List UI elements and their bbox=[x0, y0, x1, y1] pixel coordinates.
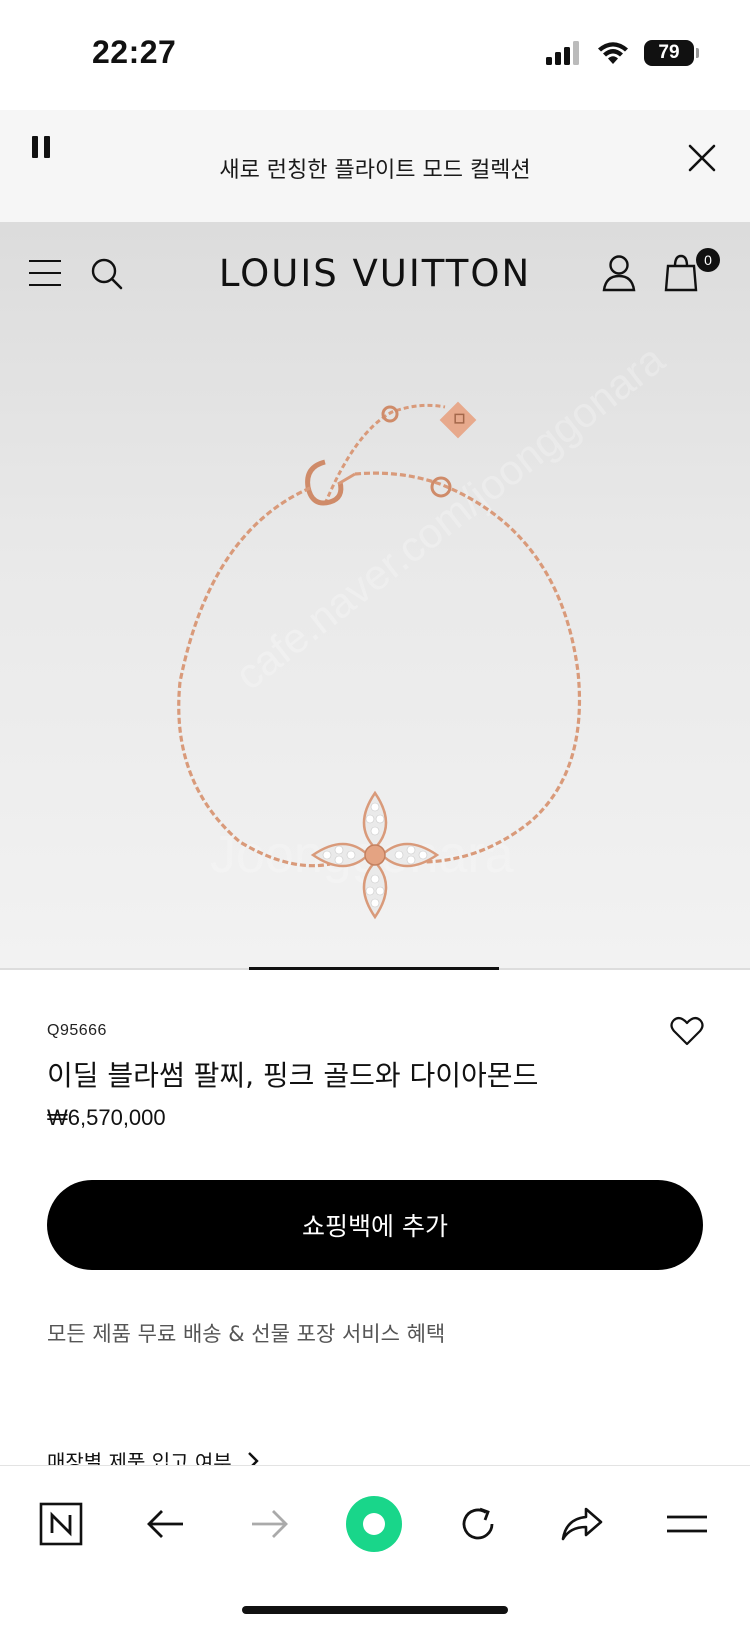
reload-icon bbox=[462, 1507, 494, 1540]
heart-icon[interactable] bbox=[670, 1015, 704, 1047]
brand-logo[interactable]: LOUIS VUITTON bbox=[0, 252, 750, 295]
cart-count-badge: 0 bbox=[696, 248, 720, 272]
product-name: 이딜 블라썸 팔찌, 핑크 골드와 다이아몬드 bbox=[47, 1059, 539, 1092]
product-image[interactable]: cafe.naver.com/joonggonara Joonggonara bbox=[0, 302, 750, 942]
status-icons: 79 bbox=[546, 40, 699, 66]
gallery-indicator-active bbox=[249, 967, 499, 970]
site-header: LOUIS VUITTON 0 bbox=[0, 222, 750, 332]
share-button[interactable] bbox=[552, 1494, 612, 1554]
browser-toolbar bbox=[0, 1465, 750, 1626]
back-button[interactable] bbox=[135, 1494, 195, 1554]
naver-n-icon bbox=[39, 1502, 83, 1546]
home-indicator bbox=[242, 1606, 508, 1614]
forward-button[interactable] bbox=[240, 1494, 300, 1554]
close-icon[interactable] bbox=[684, 140, 720, 176]
share-icon bbox=[561, 1507, 603, 1541]
shopping-bag-icon[interactable] bbox=[664, 252, 698, 292]
svg-text:cafe.naver.com/joonggonara: cafe.naver.com/joonggonara bbox=[226, 335, 673, 699]
status-bar: 22:27 79 bbox=[0, 0, 750, 110]
forward-arrow-icon bbox=[252, 1510, 288, 1538]
green-dot-button[interactable] bbox=[344, 1494, 404, 1554]
add-to-bag-button[interactable]: 쇼핑백에 추가 bbox=[47, 1180, 703, 1270]
battery-indicator: 79 bbox=[644, 40, 699, 66]
announcement-bar: 새로 런칭한 플라이트 모드 컬렉션 bbox=[0, 110, 750, 222]
naver-home-button[interactable] bbox=[31, 1494, 91, 1554]
battery-level: 79 bbox=[658, 42, 680, 63]
back-arrow-icon bbox=[147, 1510, 183, 1538]
service-info: 모든 제품 무료 배송 & 선물 포장 서비스 혜택 bbox=[47, 1322, 446, 1346]
green-dot-icon bbox=[346, 1496, 402, 1552]
announcement-text[interactable]: 새로 런칭한 플라이트 모드 컬렉션 bbox=[0, 152, 750, 184]
menu-button[interactable] bbox=[657, 1494, 717, 1554]
hamburger-icon bbox=[667, 1515, 707, 1533]
user-icon[interactable] bbox=[602, 254, 636, 292]
status-time: 22:27 bbox=[92, 34, 177, 70]
gallery-indicator bbox=[0, 967, 750, 970]
product-price: ₩6,570,000 bbox=[47, 1105, 166, 1130]
product-sku: Q95666 bbox=[47, 1022, 107, 1039]
wifi-icon bbox=[598, 42, 628, 64]
signal-icon bbox=[546, 41, 579, 65]
reload-button[interactable] bbox=[448, 1494, 508, 1554]
product-hero: cafe.naver.com/joonggonara Joonggonara bbox=[0, 222, 750, 970]
